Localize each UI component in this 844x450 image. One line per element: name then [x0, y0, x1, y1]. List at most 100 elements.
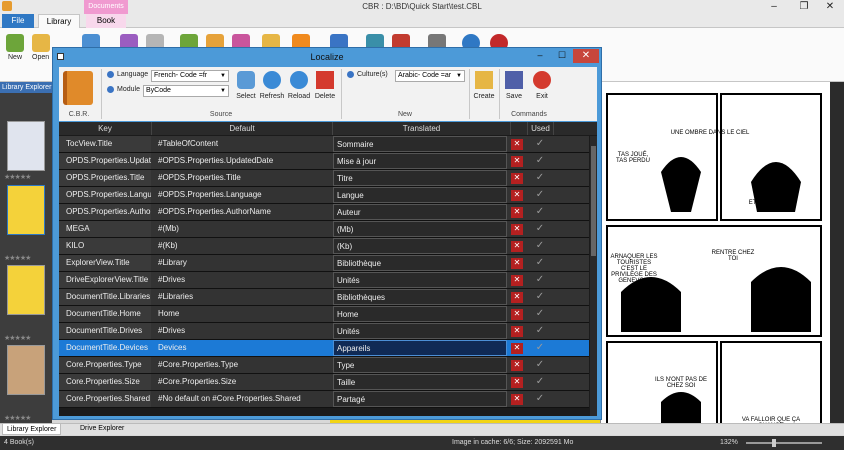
delete-row-icon[interactable]: ✕ [511, 360, 523, 371]
key-cell[interactable]: DocumentTitle.Libraries [59, 289, 151, 305]
dialog-close-button[interactable]: ✕ [573, 49, 599, 63]
new-icon[interactable] [6, 34, 24, 52]
key-cell[interactable]: DocumentTitle.Home [59, 306, 151, 322]
translated-input[interactable]: Mise à jour [333, 153, 507, 169]
comic-page[interactable]: UNE OMBRE DANS LE CIEL TAS JOUÉ, TAS PER… [600, 82, 844, 432]
default-cell[interactable]: #TableOfContent [152, 136, 332, 152]
table-row[interactable]: DocumentTitle.Drives #Drives Unités ✕ ✓ [59, 323, 589, 340]
create-icon[interactable] [475, 71, 493, 89]
close-button[interactable]: ✕ [816, 0, 844, 14]
tab-drive-explorer[interactable]: Drive Explorer [76, 423, 128, 435]
default-cell[interactable]: #Core.Properties.Type [152, 357, 332, 373]
column-header-default[interactable]: Default [152, 122, 333, 135]
key-cell[interactable]: OPDS.Properties.AuthorName [59, 204, 151, 220]
table-row[interactable]: Core.Properties.Shared #No default on #Co… [59, 391, 589, 408]
translated-input[interactable]: Langue [333, 187, 507, 203]
default-cell[interactable]: #OPDS.Properties.UpdatedDate [152, 153, 332, 169]
book-thumbnail-4[interactable] [7, 345, 45, 395]
default-cell[interactable]: #Core.Properties.Size [152, 374, 332, 390]
default-cell[interactable]: #Libraries [152, 289, 332, 305]
key-cell[interactable]: TocView.Title [59, 136, 151, 152]
module-combo[interactable]: ByCode ▼ [143, 85, 229, 97]
minimize-button[interactable]: – [760, 0, 788, 14]
exit-button[interactable]: Exit [526, 93, 558, 100]
translated-input[interactable]: Bibliothèque [333, 255, 507, 271]
new-button-label[interactable]: New [8, 54, 22, 61]
default-cell[interactable]: #OPDS.Properties.AuthorName [152, 204, 332, 220]
key-cell[interactable]: DocumentTitle.Devices [59, 340, 151, 356]
dialog-minimize-button[interactable]: – [529, 49, 551, 63]
translated-input[interactable]: Taille [333, 374, 507, 390]
delete-row-icon[interactable]: ✕ [511, 394, 523, 405]
book-rating-3[interactable]: ★★★★★ [4, 334, 31, 342]
translated-input[interactable]: Partagé [333, 391, 507, 407]
key-cell[interactable]: Core.Properties.Size [59, 374, 151, 390]
column-header-translated[interactable]: Translated [333, 122, 511, 135]
reload-icon[interactable] [290, 71, 308, 89]
scrollbar-thumb[interactable] [591, 146, 596, 256]
create-button[interactable]: Create [468, 93, 500, 100]
delete-row-icon[interactable]: ✕ [511, 241, 523, 252]
open-icon[interactable] [32, 34, 50, 52]
book-rating-1[interactable]: ★★★★★ [4, 173, 31, 181]
zoom-slider[interactable] [746, 442, 822, 444]
key-cell[interactable]: Core.Properties.Type [59, 357, 151, 373]
column-header-used[interactable]: Used [528, 122, 554, 135]
delete-row-icon[interactable]: ✕ [511, 377, 523, 388]
key-cell[interactable]: ExplorerView.Title [59, 255, 151, 271]
translated-input[interactable]: (Kb) [333, 238, 507, 254]
default-cell[interactable]: #(Kb) [152, 238, 332, 254]
default-cell[interactable]: #OPDS.Properties.Title [152, 170, 332, 186]
default-cell[interactable]: #(Mb) [152, 221, 332, 237]
table-row[interactable]: OPDS.Properties.UpdatedDate#OPDS.Propert… [59, 153, 589, 170]
default-cell[interactable]: Devices [152, 340, 332, 356]
table-row[interactable]: OPDS.Properties.Language#OPDS.Properties… [59, 187, 589, 204]
tab-library[interactable]: Library [38, 14, 80, 28]
tab-file[interactable]: File [2, 14, 34, 28]
translated-input[interactable]: (Mb) [333, 221, 507, 237]
translated-input[interactable]: Auteur [333, 204, 507, 220]
table-row[interactable]: DriveExplorerView.Title #Drives Unités ✕ ✓ [59, 272, 589, 289]
language-combo[interactable]: French- Code =fr ▼ [151, 70, 229, 82]
table-row[interactable]: MEGA #(Mb) (Mb) ✕ ✓ [59, 221, 589, 238]
table-row[interactable]: KILO #(Kb) (Kb) ✕ ✓ [59, 238, 589, 255]
delete-row-icon[interactable]: ✕ [511, 173, 523, 184]
table-row[interactable]: DocumentTitle.Libraries #Libraries Bibliot… [59, 289, 589, 306]
default-cell[interactable]: #Drives [152, 323, 332, 339]
key-cell[interactable]: OPDS.Properties.UpdatedDate [59, 153, 151, 169]
grid-scrollbar[interactable] [590, 136, 597, 416]
key-cell[interactable]: DocumentTitle.Drives [59, 323, 151, 339]
delete-row-icon[interactable]: ✕ [511, 258, 523, 269]
delete-row-icon[interactable]: ✕ [511, 190, 523, 201]
translated-input[interactable]: Titre [333, 170, 507, 186]
table-row[interactable]: ExplorerView.Title #Library Bibliothèque ✕ ✓ [59, 255, 589, 272]
default-cell[interactable]: #Library [152, 255, 332, 271]
delete-row-icon[interactable]: ✕ [511, 156, 523, 167]
delete-row-icon[interactable]: ✕ [511, 292, 523, 303]
table-row[interactable]: DocumentTitle.Devices Devices Appareils ✕ ✓ [59, 340, 589, 357]
book-rating-2[interactable]: ★★★★★ [4, 254, 31, 262]
delete-row-icon[interactable]: ✕ [511, 326, 523, 337]
key-cell[interactable]: Core.Properties.Shared [59, 391, 151, 407]
delete-row-icon[interactable]: ✕ [511, 343, 523, 354]
maximize-button[interactable]: ❐ [790, 0, 818, 14]
key-cell[interactable]: OPDS.Properties.Language [59, 187, 151, 203]
translated-input[interactable]: Sommaire [333, 136, 507, 152]
save-icon[interactable] [505, 71, 523, 89]
delete-row-icon[interactable]: ✕ [511, 309, 523, 320]
translated-input[interactable]: Unités [333, 272, 507, 288]
book-thumbnail-3[interactable] [7, 265, 45, 315]
tab-book[interactable]: Book [86, 14, 126, 28]
book-thumbnail-1[interactable] [7, 121, 45, 171]
translated-input[interactable]: Home [333, 306, 507, 322]
refresh-icon[interactable] [263, 71, 281, 89]
select-icon[interactable] [237, 71, 255, 89]
key-cell[interactable]: MEGA [59, 221, 151, 237]
open-button-label[interactable]: Open [32, 54, 49, 61]
book-rating-4[interactable]: ★★★★★ [4, 414, 31, 422]
translated-input[interactable]: Bibliothèques [333, 289, 507, 305]
default-cell[interactable]: Home [152, 306, 332, 322]
delete-icon[interactable] [316, 71, 334, 89]
zoom-slider-thumb[interactable] [772, 439, 776, 447]
delete-row-icon[interactable]: ✕ [511, 275, 523, 286]
